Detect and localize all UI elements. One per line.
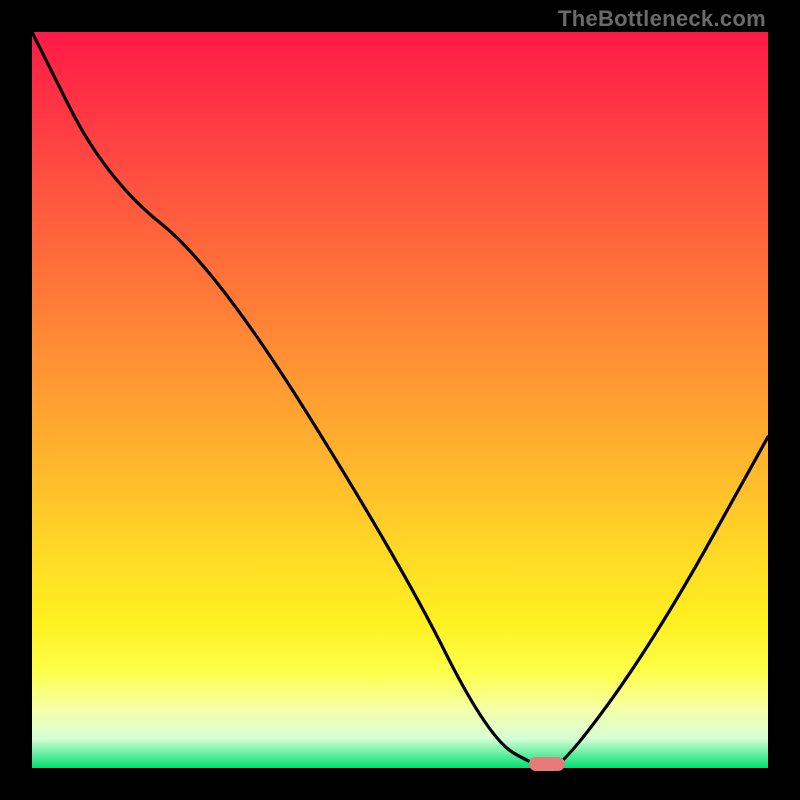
curve-path [32, 32, 768, 768]
bottleneck-curve [32, 32, 768, 768]
watermark-text: TheBottleneck.com [558, 6, 766, 32]
chart-frame: TheBottleneck.com [0, 0, 800, 800]
plot-area [32, 32, 768, 768]
optimal-marker [529, 757, 565, 771]
